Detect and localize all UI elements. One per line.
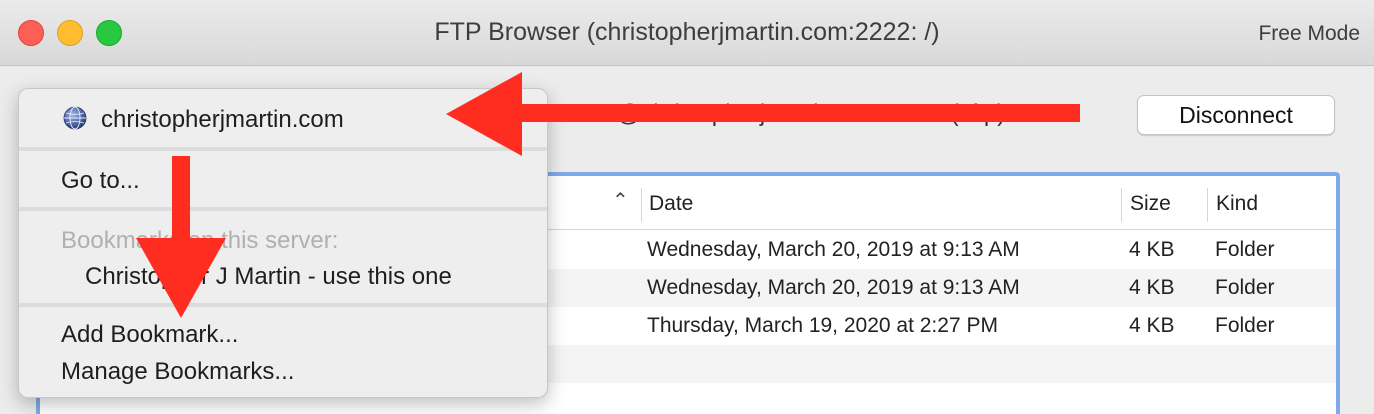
cell-date: Thursday, March 19, 2020 at 2:27 PM [647, 314, 998, 337]
menu-item-manage-bookmarks[interactable]: Manage Bookmarks... [61, 358, 294, 386]
menu-item-server[interactable]: christopherjmartin.com [101, 106, 344, 134]
globe-icon [63, 106, 87, 130]
menu-separator [19, 147, 547, 151]
column-header-kind[interactable]: Kind [1216, 192, 1258, 216]
window-titlebar: FTP Browser (christopherjmartin.com:2222… [0, 0, 1374, 66]
mode-label: Free Mode [1258, 22, 1360, 45]
menu-separator [19, 303, 547, 307]
column-separator[interactable] [1121, 188, 1122, 222]
connection-path[interactable]: 03320@christopherjmartin.com:2222 (sftp) [550, 100, 1005, 128]
menu-item-add-bookmark[interactable]: Add Bookmark... [61, 321, 238, 349]
chevron-up-icon[interactable]: ⌃ [612, 188, 629, 213]
server-dropdown-menu: christopherjmartin.com Go to... Bookmark… [18, 88, 548, 398]
column-header-date[interactable]: Date [649, 192, 693, 216]
column-separator[interactable] [1207, 188, 1208, 222]
menu-separator [19, 207, 547, 211]
cell-size: 4 KB [1129, 314, 1175, 337]
column-header-size[interactable]: Size [1130, 192, 1171, 216]
cell-kind: Folder [1215, 238, 1275, 261]
cell-size: 4 KB [1129, 238, 1175, 261]
menu-bookmarks-header: Bookmarks on this server: [61, 227, 339, 254]
cell-kind: Folder [1215, 314, 1275, 337]
column-separator[interactable] [641, 188, 642, 222]
menu-item-bookmark[interactable]: Christopher J Martin - use this one [85, 263, 452, 291]
cell-date: Wednesday, March 20, 2019 at 9:13 AM [647, 238, 1020, 261]
menu-item-goto[interactable]: Go to... [61, 167, 140, 195]
window-title: FTP Browser (christopherjmartin.com:2222… [434, 18, 940, 46]
disconnect-button[interactable]: Disconnect [1137, 95, 1335, 135]
cell-size: 4 KB [1129, 276, 1175, 299]
cell-kind: Folder [1215, 276, 1275, 299]
cell-date: Wednesday, March 20, 2019 at 9:13 AM [647, 276, 1020, 299]
